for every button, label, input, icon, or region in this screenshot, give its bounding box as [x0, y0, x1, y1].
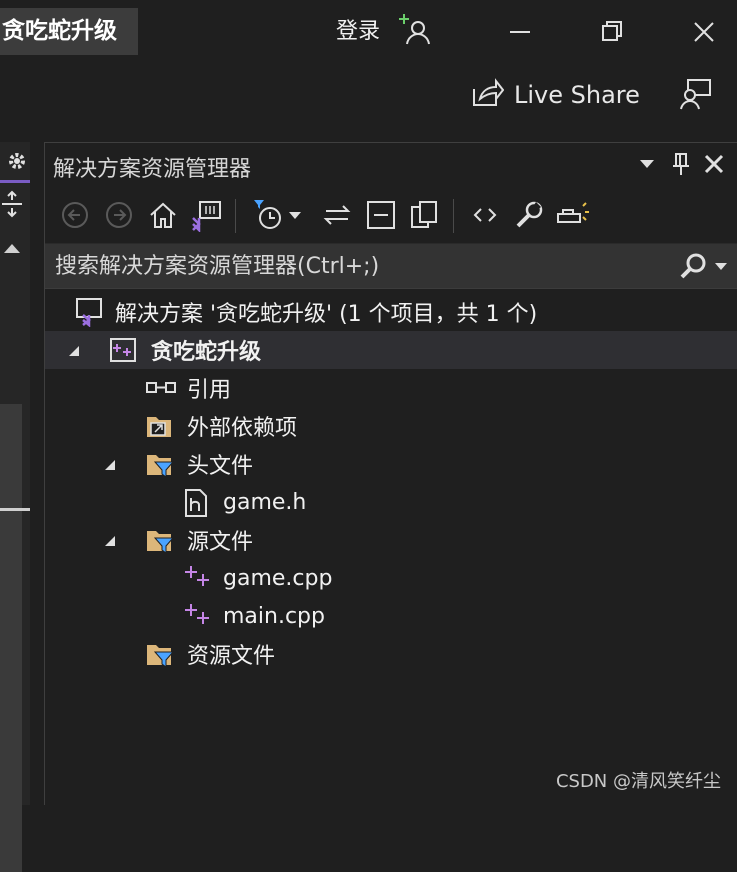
tree-item-label: 外部依赖项 [187, 416, 298, 441]
view-code-icon[interactable] [467, 197, 503, 233]
pending-changes-filter-icon[interactable] [249, 197, 285, 233]
tree-row-item[interactable]: 源文件 [45, 521, 737, 559]
feedback-icon[interactable] [678, 76, 714, 112]
live-share-label: Live Share [514, 81, 640, 109]
cpp-file-icon [183, 602, 211, 630]
add-account-icon[interactable] [398, 12, 434, 48]
tree-row-item[interactable]: 外部依赖项 [45, 407, 737, 445]
split-icon[interactable] [0, 190, 24, 222]
tree-item-label: 资源文件 [187, 644, 276, 669]
header-file-icon [183, 488, 211, 517]
toolbar-separator [453, 199, 454, 233]
active-accent-bar [0, 180, 30, 183]
cpp-project-icon [109, 336, 137, 364]
minimize-button[interactable] [502, 14, 538, 50]
watermark: CSDN @清风笑纤尘 [555, 771, 721, 792]
preview-selected-items-icon[interactable] [555, 197, 591, 233]
tree-row-item[interactable]: game.cpp [45, 559, 737, 597]
project-label: 贪吃蛇升级 [151, 340, 262, 365]
expanded-arrow-icon[interactable] [103, 457, 117, 476]
project-title[interactable]: 贪吃蛇升级 [0, 8, 138, 55]
panel-header: 解决方案资源管理器 [45, 143, 737, 189]
tree-row-item[interactable]: 头文件 [45, 445, 737, 483]
tree-item-label: game.cpp [223, 565, 333, 591]
scrollbar-thumb[interactable] [0, 508, 30, 511]
cpp-file-icon [183, 564, 211, 592]
references-icon [145, 374, 176, 402]
collapse-all-icon[interactable] [363, 197, 399, 233]
tree-item-label: 引用 [187, 378, 232, 403]
panel-toolbar [45, 193, 737, 239]
tree-item-label: game.h [223, 489, 307, 515]
login-button[interactable]: 登录 [336, 14, 380, 50]
scrollbar-track[interactable] [0, 404, 22, 872]
solution-icon [75, 297, 103, 328]
restore-button[interactable] [594, 14, 630, 50]
back-icon[interactable] [57, 197, 93, 233]
live-share-icon [470, 75, 505, 115]
switch-views-icon[interactable] [189, 197, 225, 233]
tree-row-item[interactable]: main.cpp [45, 597, 737, 635]
tree-item-label: 头文件 [187, 454, 254, 479]
search-box [45, 243, 737, 289]
show-all-files-icon[interactable] [407, 197, 443, 233]
external-dependencies-icon [145, 412, 173, 440]
tree-row-project[interactable]: 贪吃蛇升级 [45, 331, 737, 369]
panel-title: 解决方案资源管理器 [53, 157, 252, 182]
gear-icon[interactable] [6, 150, 28, 176]
tree-item-label: main.cpp [223, 603, 325, 629]
expanded-arrow-icon[interactable] [67, 343, 81, 362]
close-window-button[interactable] [686, 14, 722, 50]
close-panel-icon[interactable] [701, 151, 727, 181]
filter-folder-icon [145, 526, 175, 554]
toolbar-separator [235, 199, 236, 233]
left-side-strip [0, 142, 30, 872]
tree-row-solution[interactable]: 解决方案 '贪吃蛇升级' (1 个项目，共 1 个) [45, 293, 737, 331]
search-icon[interactable] [679, 252, 709, 284]
solution-label: 解决方案 '贪吃蛇升级' (1 个项目，共 1 个) [115, 302, 538, 327]
home-icon[interactable] [145, 197, 181, 233]
live-share-button[interactable]: Live Share [470, 76, 640, 114]
tree-item-label: 源文件 [187, 530, 254, 555]
properties-wrench-icon[interactable] [511, 197, 547, 233]
solution-explorer-panel: 解决方案资源管理器 搜索解决方案资源管理器(Ctrl+;) 解决方案 '贪吃蛇升… [44, 142, 737, 805]
forward-icon[interactable] [101, 197, 137, 233]
expanded-arrow-icon[interactable] [103, 533, 117, 552]
panel-menu-dropdown-icon[interactable] [637, 153, 657, 177]
search-options-dropdown-icon[interactable] [713, 258, 729, 278]
search-input[interactable] [45, 244, 677, 288]
tree-row-item[interactable]: 引用 [45, 369, 737, 407]
pin-icon[interactable] [669, 151, 693, 181]
filter-folder-icon [145, 640, 175, 668]
tree-row-item[interactable]: 资源文件 [45, 635, 737, 673]
sync-with-active-document-icon[interactable] [319, 197, 355, 233]
scroll-up-icon[interactable] [2, 240, 22, 259]
tree-row-item[interactable]: game.h [45, 483, 737, 521]
filter-folder-icon [145, 450, 175, 478]
filter-dropdown-icon[interactable] [285, 197, 305, 233]
